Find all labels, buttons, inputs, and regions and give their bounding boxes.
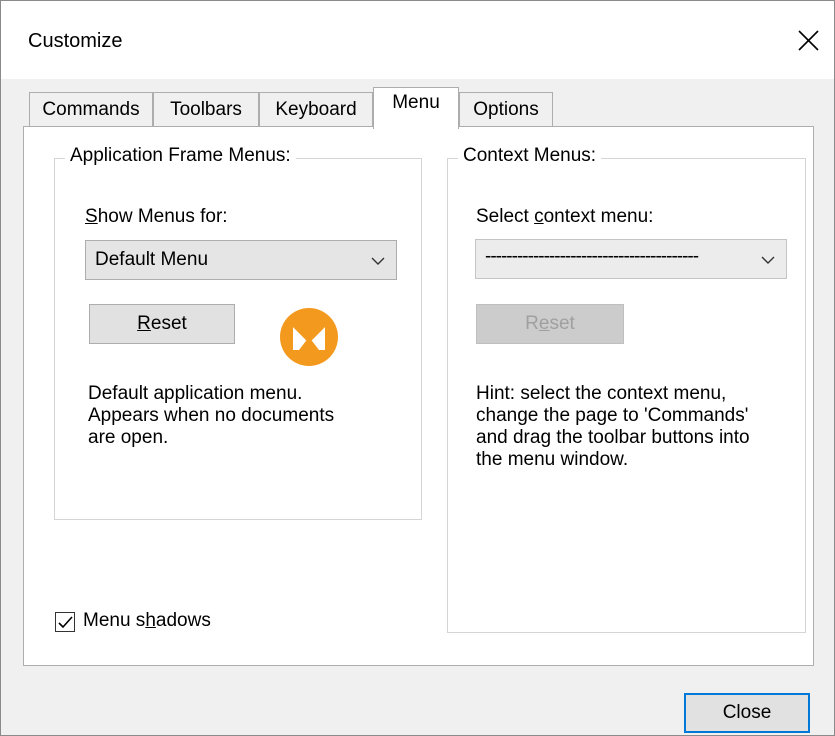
close-button[interactable]: Close [684, 693, 810, 733]
show-menus-label: Show Menus for: [85, 206, 228, 227]
tab-label: Toolbars [170, 99, 242, 120]
context-menus-title: Context Menus: [458, 145, 602, 167]
menu-tab-panel: Application Frame Menus: Show Menus for:… [23, 126, 814, 666]
context-menu-dropdown[interactable]: ---------------------------------------- [475, 239, 787, 279]
app-logo-icon [279, 307, 339, 367]
customize-dialog: Customize Commands Toolbars Keyboard Men… [0, 0, 835, 736]
context-menu-hint: Hint: select the context menu, change th… [476, 383, 750, 470]
close-window-button[interactable] [789, 21, 829, 61]
app-frame-menus-group: Application Frame Menus: Show Menus for:… [54, 145, 422, 520]
chevron-down-icon [761, 256, 775, 264]
tab-label: Keyboard [275, 99, 357, 120]
tab-commands[interactable]: Commands [29, 92, 153, 127]
tab-keyboard[interactable]: Keyboard [259, 92, 373, 127]
tab-options[interactable]: Options [459, 92, 553, 127]
tab-menu[interactable]: Menu [373, 87, 459, 129]
show-menus-value: Default Menu [95, 249, 209, 270]
tab-label: Commands [42, 99, 140, 120]
context-menus-group: Context Menus: Select context menu: ----… [447, 145, 806, 633]
select-context-menu-label: Select context menu: [476, 206, 654, 227]
reset-app-menu-button[interactable]: Reset [89, 304, 235, 344]
context-menu-value: ---------------------------------------- [485, 246, 699, 267]
close-icon [798, 30, 819, 51]
tab-toolbars[interactable]: Toolbars [153, 92, 259, 127]
app-menu-description: Default application menu. Appears when n… [88, 383, 335, 448]
app-frame-menus-title: Application Frame Menus: [65, 145, 296, 167]
checkmark-icon [58, 616, 73, 629]
reset-context-menu-button[interactable]: Reset [476, 304, 624, 344]
chevron-down-icon [371, 257, 385, 265]
menu-shadows-checkbox[interactable] [55, 612, 75, 632]
tab-label: Menu [392, 92, 440, 113]
show-menus-dropdown[interactable]: Default Menu [85, 240, 397, 280]
tab-label: Options [473, 99, 539, 120]
dialog-title: Customize [28, 30, 123, 52]
title-bar: Customize [1, 1, 834, 79]
menu-shadows-label: Menu shadows [83, 610, 211, 631]
